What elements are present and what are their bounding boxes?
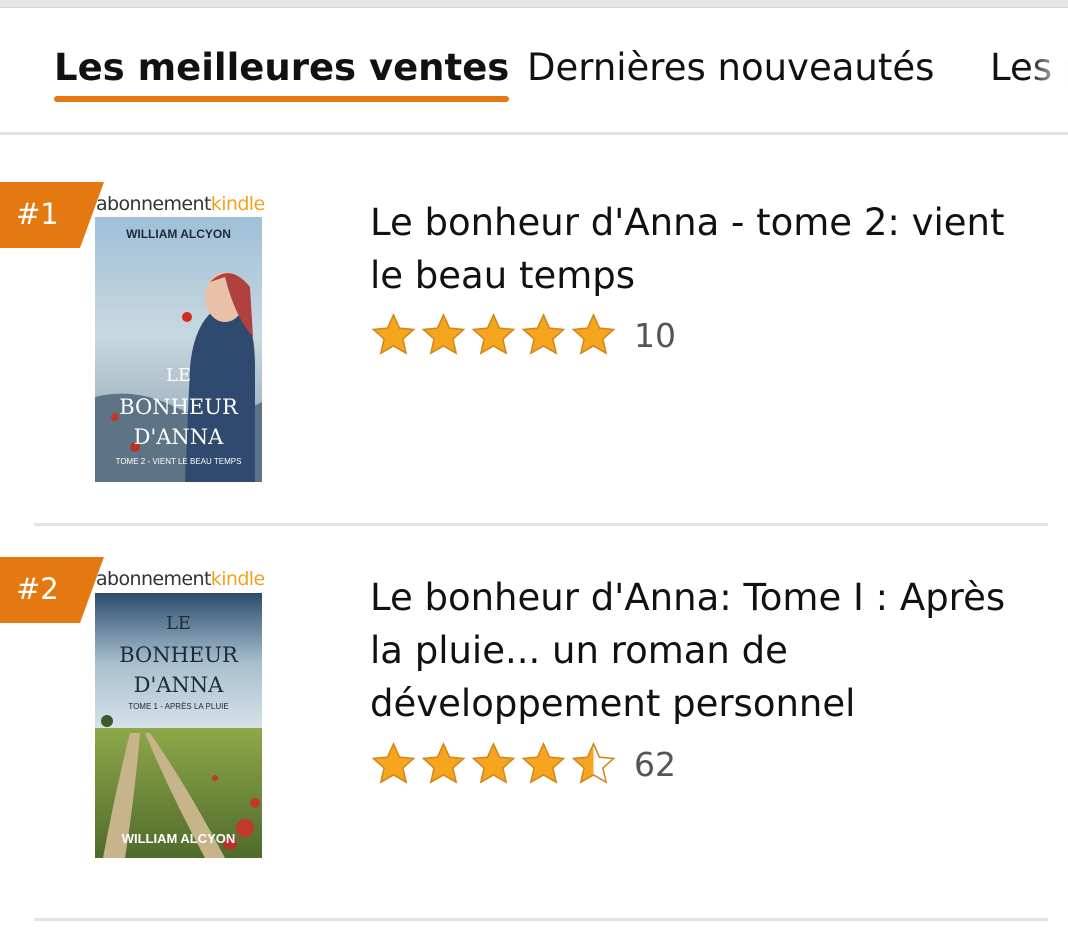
star-full-icon [421,313,466,355]
book-title[interactable]: Le bonheur d'Anna: Tome I : Après la plu… [370,571,1040,730]
star-half-icon [571,742,616,784]
tabs-fade [1028,8,1068,132]
divider [34,918,1048,921]
review-count[interactable]: 62 [634,745,676,784]
kindle-subscription-badge: abonnementkindle [96,568,265,590]
category-tabs: Les meilleures ventes Dernières nouveaut… [0,8,1068,135]
star-full-icon [371,742,416,784]
star-full-icon [421,742,466,784]
star-full-icon [471,313,516,355]
top-border [0,0,1068,8]
tab-new-releases[interactable]: Dernières nouveautés [527,46,934,90]
kindle-subscription-badge: abonnementkindle [96,193,265,215]
tab-best-sellers[interactable]: Les meilleures ventes [54,46,510,102]
book-title[interactable]: Le bonheur d'Anna - tome 2: vient le bea… [370,196,1040,302]
star-rating[interactable]: 10 [370,311,676,359]
book-cover[interactable]: LE BONHEUR D'ANNA TOME 1 - APRÈS LA PLUI… [95,593,262,858]
star-full-icon [371,313,416,355]
star-rating[interactable]: 62 [370,740,676,788]
review-count[interactable]: 10 [634,316,676,355]
rank-badge: #2 [0,557,104,623]
rank-badge: #1 [0,182,104,248]
divider [34,523,1048,526]
book-cover[interactable]: WILLIAM ALCYON LE BONHEUR D'ANNA TOME 2 … [95,217,262,482]
star-full-icon [521,313,566,355]
star-full-icon [471,742,516,784]
star-full-icon [571,313,616,355]
star-full-icon [521,742,566,784]
